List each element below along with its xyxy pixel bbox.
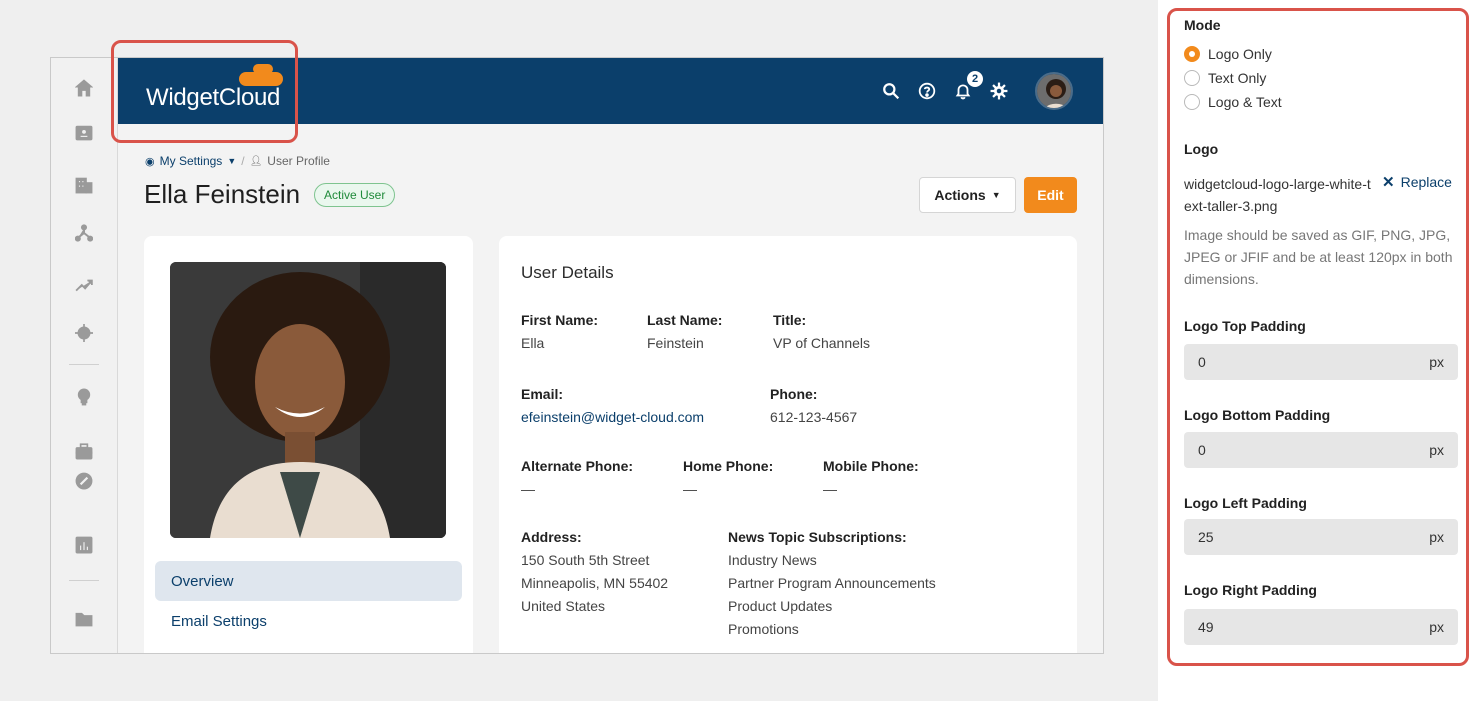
alternate-phone-field: Alternate Phone: — <box>521 458 633 501</box>
phone-field: Phone: 612-123-4567 <box>770 386 857 429</box>
target-icon[interactable] <box>75 324 93 342</box>
list-item: Partner Program Announcements <box>728 575 936 591</box>
title-field: Title: VP of Channels <box>773 312 870 355</box>
profile-card: Overview Email Settings <box>144 236 473 653</box>
breadcrumb-separator: / <box>241 154 245 168</box>
field-label: Phone: <box>770 386 818 402</box>
mobile-phone-field: Mobile Phone: — <box>823 458 919 501</box>
link-icon[interactable] <box>75 472 93 490</box>
list-item: Promotions <box>728 621 799 637</box>
gear-icon[interactable] <box>989 81 1009 101</box>
list-item: Product Updates <box>728 598 833 614</box>
section-title: User Details <box>521 263 614 282</box>
briefcase-icon[interactable] <box>75 442 93 460</box>
breadcrumb-my-settings[interactable]: My Settings <box>160 154 223 168</box>
settings-highlight-box <box>1167 8 1469 666</box>
profile-photo <box>170 262 446 538</box>
contact-card-icon[interactable] <box>75 124 93 142</box>
nav-email-settings[interactable]: Email Settings <box>155 601 462 641</box>
chevron-down-icon[interactable]: ▼ <box>227 156 236 166</box>
field-value: Feinstein <box>647 335 704 351</box>
avatar[interactable] <box>1035 72 1073 110</box>
field-value: Ella <box>521 335 545 351</box>
rail-divider <box>69 364 99 365</box>
email-field: Email: efeinstein@widget-cloud.com <box>521 386 704 429</box>
field-label: Address: <box>521 529 582 545</box>
user-icon: 👤︎ <box>249 155 263 167</box>
network-icon[interactable] <box>75 224 93 242</box>
field-value: — <box>683 481 697 497</box>
lightbulb-icon[interactable] <box>75 388 93 406</box>
field-value: 612-123-4567 <box>770 409 858 425</box>
list-item: Industry News <box>728 552 817 568</box>
bell-icon[interactable]: 2 <box>953 71 983 101</box>
field-label: Home Phone: <box>683 458 774 474</box>
address-line: 150 South 5th Street <box>521 552 650 568</box>
address-line: Minneapolis, MN 55402 <box>521 575 669 591</box>
address-line: United States <box>521 598 606 614</box>
field-label: Email: <box>521 386 564 402</box>
building-icon[interactable] <box>75 176 93 194</box>
help-icon[interactable] <box>917 81 937 101</box>
breadcrumb: ◉ My Settings ▼ / 👤︎ User Profile <box>145 154 330 168</box>
field-value: VP of Channels <box>773 335 871 351</box>
settings-circle-icon: ◉ <box>145 155 155 168</box>
email-link[interactable]: efeinstein@widget-cloud.com <box>521 406 704 429</box>
bar-chart-icon[interactable] <box>75 536 93 554</box>
field-label: Last Name: <box>647 312 723 328</box>
news-subscriptions-field: News Topic Subscriptions: Industry News … <box>728 529 936 641</box>
home-icon[interactable] <box>75 79 93 97</box>
chevron-down-icon: ▼ <box>991 190 1001 200</box>
trend-icon[interactable] <box>75 276 93 294</box>
rail-divider <box>69 580 99 581</box>
field-label: Title: <box>773 312 807 328</box>
icon-rail <box>51 58 118 653</box>
status-badge: Active User <box>314 183 396 207</box>
field-value: — <box>823 481 837 497</box>
breadcrumb-current: User Profile <box>267 154 330 168</box>
folder-icon[interactable] <box>75 610 93 628</box>
address-field: Address: 150 South 5th Street Minneapoli… <box>521 529 668 618</box>
field-label: Mobile Phone: <box>823 458 919 474</box>
field-value: — <box>521 481 535 497</box>
home-phone-field: Home Phone: — <box>683 458 773 501</box>
field-label: First Name: <box>521 312 599 328</box>
nav-overview[interactable]: Overview <box>155 561 462 601</box>
field-label: Alternate Phone: <box>521 458 634 474</box>
notification-badge: 2 <box>967 71 983 87</box>
app-window: WidgetCloud 2 ◉ My Settings ▼ / 👤︎ User … <box>50 57 1104 654</box>
first-name-field: First Name: Ella <box>521 312 598 355</box>
search-icon[interactable] <box>881 81 901 101</box>
last-name-field: Last Name: Feinstein <box>647 312 722 355</box>
actions-button[interactable]: Actions ▼ <box>919 177 1016 213</box>
user-details-card: User Details First Name: Ella Last Name:… <box>499 236 1077 653</box>
page-title: Ella Feinstein <box>144 179 301 209</box>
edit-button[interactable]: Edit <box>1024 177 1077 213</box>
actions-button-label: Actions <box>934 187 986 203</box>
logo-highlight-box <box>111 40 298 143</box>
field-label: News Topic Subscriptions: <box>728 529 907 545</box>
